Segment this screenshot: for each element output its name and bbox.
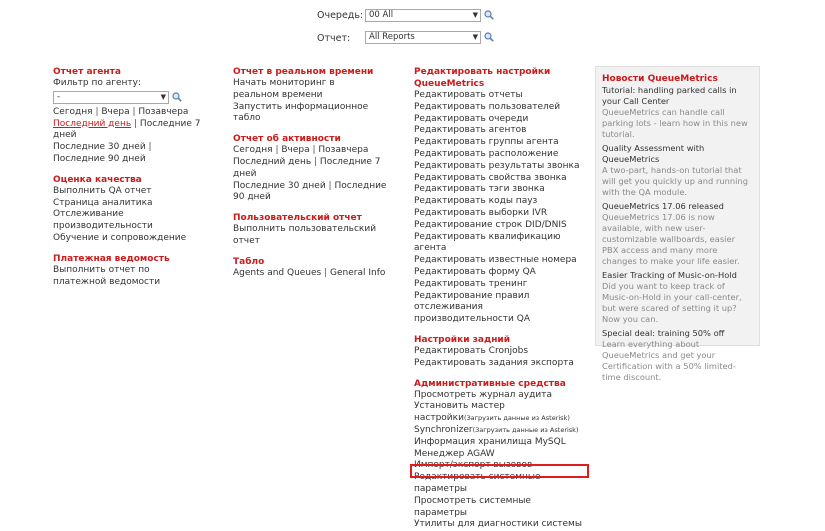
quality-link-performance[interactable]: Отслеживание производительности — [53, 209, 218, 233]
payroll-heading: Платежная ведомость — [53, 253, 170, 264]
edit-cronjobs-link[interactable]: Редактировать Cronjobs — [414, 346, 584, 358]
edit-agent-groups-link[interactable]: Редактировать группы агента — [414, 137, 584, 149]
agent-filter-select[interactable]: - ▼ — [53, 90, 169, 104]
diagnostics-link[interactable]: Утилиты для диагностики системы — [414, 519, 584, 531]
edit-skills-link[interactable]: Редактировать квалификацию агента — [414, 232, 584, 256]
activity-today-link[interactable]: Сегодня — [233, 145, 273, 155]
agaw-manager-link[interactable]: Менеджер AGAW — [414, 449, 584, 461]
chevron-down-icon: ▼ — [160, 92, 166, 101]
report-label: Отчет: — [317, 33, 351, 44]
edit-training-link[interactable]: Редактировать тренинг — [414, 279, 584, 291]
news-item-desc: A two-part, hands-on tutorial that will … — [602, 165, 748, 197]
wallboard-agents-link[interactable]: Agents and Queues — [233, 268, 321, 278]
mysql-storage-link[interactable]: Информация хранилища MySQL — [414, 437, 584, 449]
setup-wizard-link[interactable]: Установить мастер настройки(Загрузить да… — [414, 401, 584, 425]
queue-label: Очередь: — [317, 10, 364, 21]
report-select[interactable]: All Reports ▼ — [365, 31, 481, 44]
background-heading: Настройки задний — [414, 334, 511, 345]
quality-heading: Оценка качества — [53, 174, 142, 185]
edit-call-features-link[interactable]: Редактировать свойства звонка — [414, 173, 584, 185]
edit-locations-link[interactable]: Редактировать расположение — [414, 149, 584, 161]
custom-heading: Пользовательский отчет — [233, 213, 362, 224]
agent-filter-row: - ▼ — [53, 90, 218, 105]
synchronizer-link[interactable]: Synchronizer(Загрузить данные из Asteris… — [414, 425, 584, 437]
realtime-wallboard-link[interactable]: Запустить информационное табло — [233, 102, 398, 126]
edit-users-link[interactable]: Редактировать пользователей — [414, 102, 584, 114]
news-item-title[interactable]: Easier Tracking of Music-on-Hold — [602, 270, 753, 281]
agent-filter-value: - — [57, 91, 61, 102]
activity-period-links: Сегодня | Вчера | Позавчера Последний де… — [233, 145, 387, 203]
agent-last30-link[interactable]: Последние 30 дней — [53, 142, 146, 152]
admin-heading: Административные средства — [414, 378, 566, 389]
view-system-params-link[interactable]: Просмотреть системные параметры — [414, 496, 584, 520]
activity-yesterday-link[interactable]: Вчера — [281, 145, 309, 155]
payroll-link[interactable]: Выполнить отчет по платежной ведомости — [53, 265, 203, 289]
quality-link-training[interactable]: Обучение и сопровождение — [53, 233, 218, 245]
edit-settings-heading: Редактировать настройки QueueMetrics — [414, 67, 551, 89]
search-icon[interactable] — [484, 32, 494, 42]
news-item-title[interactable]: Tutorial: handling parked calls in your … — [602, 85, 753, 107]
synchronizer-note: (Загрузить данные из Asterisk) — [472, 425, 579, 434]
realtime-heading: Отчет в реальном времени — [233, 67, 374, 77]
edit-queues-link[interactable]: Редактировать очереди — [414, 114, 584, 126]
edit-reports-link[interactable]: Редактировать отчеты — [414, 90, 584, 102]
edit-did-link[interactable]: Редактирование строк DID/DNIS — [414, 220, 584, 232]
quality-link-qa[interactable]: Выполнить QA отчет — [53, 186, 218, 198]
news-item-desc: Learn everything about QueueMetrics and … — [602, 339, 736, 382]
edit-export-jobs-link[interactable]: Редактировать задания экспорта — [414, 358, 584, 370]
wallboard-heading: Табло — [233, 256, 265, 267]
edit-known-numbers-link[interactable]: Редактировать известные номера — [414, 255, 584, 267]
wallboard-links: Agents and Queues | General Info — [233, 267, 386, 278]
news-panel: Новости QueueMetrics Tutorial: handling … — [595, 66, 760, 382]
chevron-down-icon: ▼ — [472, 33, 478, 41]
news-item-title[interactable]: Quality Assessment with QueueMetrics — [602, 143, 753, 165]
agent-filter-label: Фильтр по агенту: — [53, 78, 141, 88]
search-icon[interactable] — [484, 10, 494, 20]
news-item-title[interactable]: QueueMetrics 17.06 released — [602, 201, 753, 212]
agent-last90-link[interactable]: Последние 90 дней — [53, 154, 146, 164]
news-item-desc: QueueMetrics can handle call parking lot… — [602, 107, 748, 139]
activity-daybefore-link[interactable]: Позавчера — [318, 145, 368, 155]
agent-daybefore-link[interactable]: Позавчера — [138, 107, 188, 117]
wallboard-general-link[interactable]: General Info — [330, 268, 385, 278]
edit-qa-form-link[interactable]: Редактировать форму QA — [414, 267, 584, 279]
highlight-box — [410, 464, 589, 478]
audit-log-link[interactable]: Просмотреть журнал аудита — [414, 390, 584, 402]
edit-pause-codes-link[interactable]: Редактировать коды пауз — [414, 196, 584, 208]
realtime-monitor-link[interactable]: Начать мониторинг в реальном времени — [233, 78, 383, 102]
news-item-desc: Did you want to keep track of Music-on-H… — [602, 281, 742, 324]
agent-period-links: Сегодня | Вчера | Позавчера Последний де… — [53, 106, 201, 164]
synchronizer-label: Synchronizer — [414, 424, 473, 435]
news-item-desc: QueueMetrics 17.06 is now available, wit… — [602, 212, 740, 266]
queue-select-value: 00 All — [369, 10, 394, 20]
activity-last30-link[interactable]: Последние 30 дней — [233, 181, 326, 191]
search-icon[interactable] — [172, 92, 182, 102]
edit-call-tags-link[interactable]: Редактировать тэги звонка — [414, 184, 584, 196]
activity-lastday-link[interactable]: Последний день — [233, 157, 311, 167]
activity-heading: Отчет об активности — [233, 134, 341, 145]
agent-yesterday-link[interactable]: Вчера — [101, 107, 129, 117]
news-heading: Новости QueueMetrics — [602, 74, 718, 84]
edit-call-outcomes-link[interactable]: Редактировать результаты звонка — [414, 161, 584, 173]
edit-tracking-rules-link[interactable]: Редактирование правил отслеживания произ… — [414, 291, 582, 326]
column-realtime: Отчет в реальном времени Начать монитори… — [233, 66, 398, 280]
column-agent: Отчет агента Фильтр по агенту: - ▼ Сегод… — [53, 66, 218, 288]
edit-ivr-link[interactable]: Редактировать выборки IVR — [414, 208, 584, 220]
agent-today-link[interactable]: Сегодня — [53, 107, 93, 117]
setup-wizard-note: (Загрузить данные из Asterisk) — [463, 414, 570, 423]
agent-report-heading: Отчет агента — [53, 67, 121, 77]
quality-link-analyst[interactable]: Страница аналитика — [53, 198, 218, 210]
news-item-title[interactable]: Special deal: training 50% off — [602, 328, 753, 339]
column-settings: Редактировать настройки QueueMetrics Ред… — [414, 66, 584, 531]
chevron-down-icon: ▼ — [472, 11, 478, 19]
report-select-value: All Reports — [369, 32, 415, 42]
agent-lastday-link[interactable]: Последний день — [53, 119, 131, 129]
edit-agents-link[interactable]: Редактировать агентов — [414, 125, 584, 137]
custom-report-link[interactable]: Выполнить пользовательский отчет — [233, 224, 398, 248]
queue-select[interactable]: 00 All ▼ — [365, 9, 481, 22]
